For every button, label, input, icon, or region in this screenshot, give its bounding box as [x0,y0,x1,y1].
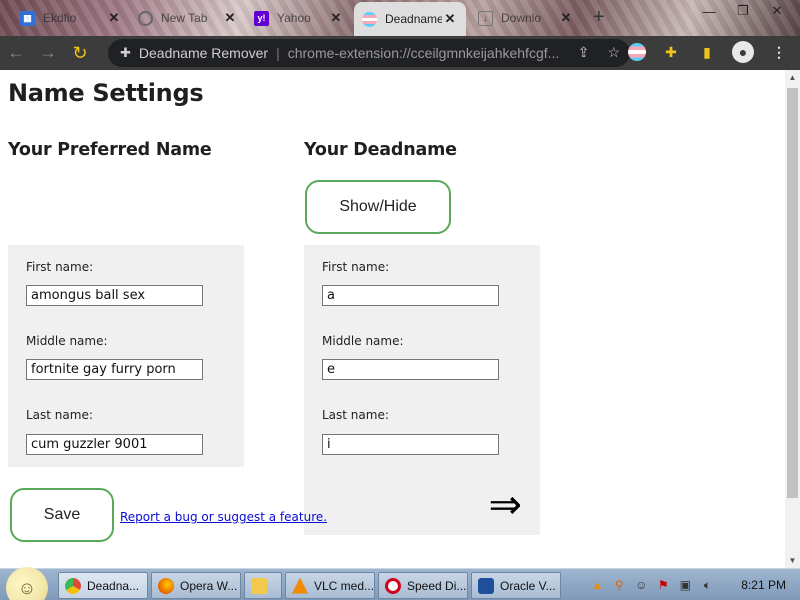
close-window-icon[interactable]: ✕ [762,0,792,22]
window-icon: ▦ [20,10,35,26]
firefox-icon [158,577,174,594]
taskbar-item-speed-dial[interactable]: Speed Di... [378,572,468,599]
taskbar-item-opera[interactable]: Opera W... [151,572,241,599]
page-scrollbar[interactable]: ▲ ▼ [785,70,800,568]
tab-1-title: Ekdfio [43,11,77,25]
extensions-icon[interactable]: ✚ [660,41,682,63]
virtualbox-icon [478,577,494,594]
tab-2-title: New Tab [161,11,208,25]
deadname-panel: First name: Middle name: Last name: ⇒ [304,245,540,535]
profile-avatar-icon[interactable]: ● [732,41,754,63]
chrome-icon [138,10,153,26]
url-text: chrome-extension://cceilgmnkeijahkehfcgf… [287,45,560,61]
taskbar-item-label: Speed Di... [407,578,467,593]
tab-3[interactable]: y! Yahoo ✕ [246,4,352,32]
clock[interactable]: 8:21 PM [741,578,786,592]
deadname-extension-icon[interactable] [628,43,646,61]
tab-1[interactable]: ▦ Ekdfio ✕ [12,4,130,32]
close-icon[interactable]: ✕ [106,10,122,26]
window-controls: — ❐ ✕ [694,0,792,22]
save-button[interactable]: Save [10,488,114,542]
deadname-first-label: First name: [322,260,390,274]
tab-5-title: Downlo [501,11,542,25]
restore-icon[interactable]: ❐ [728,0,758,22]
double-arrow-icon[interactable]: ⇒ [488,485,522,525]
preferred-last-input[interactable] [26,434,203,455]
tab-4-title: Deadname [385,12,442,26]
opera-icon [385,577,401,594]
chrome-icon [65,577,81,594]
system-tray: ▲ ⚲ ☺ ⚑ ▣ 🔈︎ 8:21 PM [589,569,792,600]
forward-icon[interactable]: → [32,38,64,68]
preferred-middle-label: Middle name: [26,334,108,348]
display-icon[interactable]: ▣ [677,578,693,592]
folder-icon [251,577,267,594]
preferred-name-panel: First name: Middle name: Last name: [8,245,244,467]
deadname-middle-input[interactable] [322,359,499,380]
scroll-down-icon[interactable]: ▼ [785,556,800,565]
extension-puzzle-icon: ✚ [120,45,131,60]
extension-page: Name Settings Your Preferred Name Your D… [0,70,785,568]
taskbar-item-folder[interactable] [244,572,282,599]
scroll-thumb[interactable] [787,88,798,498]
taskbar-item-label: VLC med... [314,578,375,593]
preferred-first-label: First name: [26,260,94,274]
taskbar-item-label: Oracle V... [500,578,556,593]
preferred-first-input[interactable] [26,285,203,306]
deadname-first-input[interactable] [322,285,499,306]
scroll-up-icon[interactable]: ▲ [785,73,800,82]
side-panel-icon[interactable]: ▮ [696,41,718,63]
page-title: Name Settings [8,79,204,107]
deadname-last-label: Last name: [322,408,389,422]
start-button[interactable]: ☺ [6,567,48,600]
trans-flag-icon [362,11,377,27]
network-error-icon[interactable]: ⚑ [655,578,671,592]
close-icon[interactable]: ✕ [328,10,344,26]
tab-3-title: Yahoo [277,11,311,25]
reload-icon[interactable]: ↻ [64,38,96,68]
taskbar-item-chrome[interactable]: Deadna... [58,572,148,599]
show-hide-button[interactable]: Show/Hide [305,180,451,234]
close-icon[interactable]: ✕ [442,11,458,27]
address-bar[interactable]: ✚ Deadname Remover | chrome-extension://… [108,39,630,67]
browser-toolbar: ← → ↻ ✚ Deadname Remover | chrome-extens… [0,36,800,70]
bookmark-star-icon[interactable]: ☆ [607,44,620,61]
omnibox-divider: | [276,45,280,61]
menu-kebab-icon[interactable]: ⋮ [768,41,790,63]
preferred-middle-input[interactable] [26,359,203,380]
extension-name: Deadname Remover [138,45,269,61]
taskbar-item-vlc[interactable]: VLC med... [285,572,375,599]
search-tray-icon[interactable]: ⚲ [611,578,627,592]
close-icon[interactable]: ✕ [222,10,238,26]
deadname-middle-label: Middle name: [322,334,404,348]
preferred-last-label: Last name: [26,408,93,422]
new-tab-button[interactable]: + [593,6,605,29]
back-icon[interactable]: ← [0,38,32,68]
deadname-heading: Your Deadname [304,140,457,160]
tab-strip: ▦ Ekdfio ✕ New Tab ✕ y! Yahoo ✕ Deadname… [0,0,800,36]
close-icon[interactable]: ✕ [558,10,574,26]
vlc-icon [292,577,308,594]
tab-2[interactable]: New Tab ✕ [130,4,246,32]
taskbar-item-label: Deadna... [87,578,140,593]
vlc-tray-icon[interactable]: ▲ [589,578,605,592]
tab-5[interactable]: ↓ Downlo ✕ [470,4,582,32]
share-icon[interactable]: ⇪ [578,44,590,61]
tab-4[interactable]: Deadname ✕ [354,2,466,36]
taskbar-item-virtualbox[interactable]: Oracle V... [471,572,561,599]
yahoo-icon: y! [254,10,269,26]
taskbar-item-label: Opera W... [180,578,238,593]
os-taskbar: ☺ Deadna... Opera W... VLC med... Speed … [0,567,800,600]
preferred-name-heading: Your Preferred Name [8,140,212,160]
volume-icon[interactable]: 🔈︎ [699,578,715,593]
emoji-tray-icon[interactable]: ☺ [633,578,649,592]
report-bug-link[interactable]: Report a bug or suggest a feature. [120,510,327,524]
download-icon: ↓ [478,10,493,26]
minimize-icon[interactable]: — [694,0,724,22]
deadname-last-input[interactable] [322,434,499,455]
